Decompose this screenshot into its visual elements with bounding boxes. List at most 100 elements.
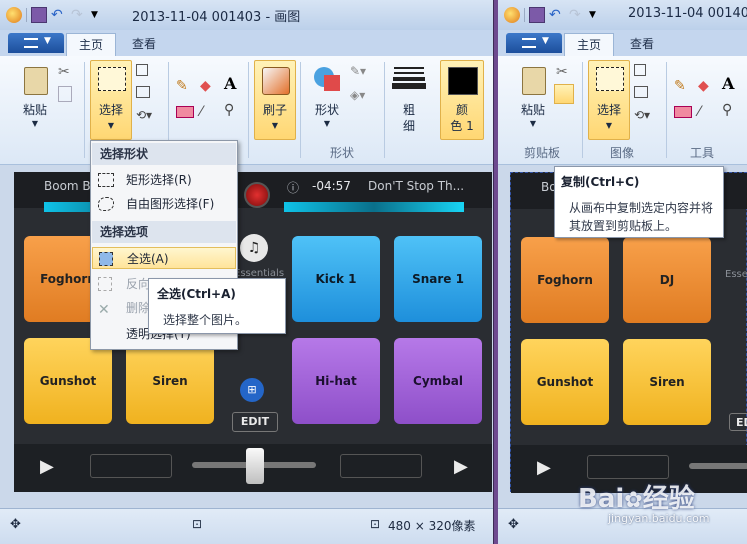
quick-access-toolbar: ↶ ↷ ▼	[504, 6, 599, 24]
image-size: 480 × 320像素	[388, 519, 476, 533]
cue-loop-left[interactable]	[90, 454, 172, 478]
crop-icon[interactable]	[634, 64, 646, 76]
tooltip-description-line2: 其放置到剪贴板上。	[569, 219, 678, 233]
crop-icon[interactable]	[136, 64, 148, 76]
undo-icon[interactable]: ↶	[549, 8, 565, 22]
tab-home[interactable]: 主页	[564, 33, 615, 57]
text-tool-icon[interactable]: A	[722, 74, 740, 93]
copy-icon[interactable]	[58, 86, 72, 102]
play-left-icon[interactable]: ▶	[40, 456, 54, 477]
paint-app-icon[interactable]	[504, 7, 520, 23]
pad-dj[interactable]: DJ	[623, 237, 711, 323]
select-button[interactable]: 选择 ▼	[588, 60, 630, 140]
eraser-icon[interactable]	[176, 106, 194, 118]
pad-label: Gunshot	[536, 375, 594, 389]
pad-snare-1[interactable]: Snare 1	[394, 236, 482, 322]
paste-button[interactable]: 粘贴 ▼	[14, 61, 56, 135]
tools-group-label: 工具	[690, 146, 715, 160]
menu-section-shapes: 选择形状	[92, 143, 236, 165]
outline-icon[interactable]: ✎▾	[350, 64, 368, 82]
image-group-label: 图像	[610, 146, 635, 160]
status-bar: ✥ ⊡ ⊡ 480 × 320像素	[0, 508, 493, 544]
cue-loop-left[interactable]	[587, 455, 669, 479]
fill-bucket-icon[interactable]: ◆	[200, 78, 218, 96]
pad-gunshot[interactable]: Gunshot	[24, 338, 112, 424]
play-left-icon[interactable]: ▶	[537, 457, 551, 478]
cut-icon[interactable]: ✂	[58, 64, 76, 82]
menu-item-rect-select[interactable]: 矩形选择(R)	[92, 169, 236, 191]
copy-icon[interactable]	[554, 84, 574, 104]
pencil-icon[interactable]: ✎	[674, 78, 692, 96]
watermark-brand: Bai	[578, 484, 625, 514]
pad-label: Foghorn	[537, 273, 593, 287]
magnifier-icon[interactable]: ⚲	[224, 102, 242, 120]
crossfader-track[interactable]	[689, 463, 747, 469]
fill-bucket-icon[interactable]: ◆	[698, 78, 716, 96]
eraser-icon[interactable]	[674, 106, 692, 118]
pad-label: Siren	[152, 374, 188, 388]
undo-icon[interactable]: ↶	[51, 8, 67, 22]
chevron-down-icon: ▼	[529, 119, 537, 128]
select-button[interactable]: 选择 ▼	[90, 60, 132, 140]
resize-icon[interactable]	[634, 86, 648, 98]
paint-app-icon[interactable]	[6, 7, 22, 23]
size-button[interactable]: 粗 细	[388, 61, 430, 135]
cut-icon[interactable]: ✂	[556, 64, 574, 82]
rectangle-select-icon	[98, 173, 114, 187]
divider	[524, 8, 525, 22]
redo-icon[interactable]: ↷	[71, 8, 87, 22]
fill-icon[interactable]: ◈▾	[350, 88, 368, 106]
text-tool-icon[interactable]: A	[224, 74, 242, 93]
cue-loop-right[interactable]	[340, 454, 422, 478]
color1-label: 颜	[455, 103, 468, 117]
pad-foghorn[interactable]: Foghorn	[521, 237, 609, 323]
menu-item-label: 自由图形选择(F)	[126, 197, 215, 211]
record-button[interactable]	[244, 182, 270, 208]
resize-icon[interactable]	[136, 86, 150, 98]
customize-dropdown-icon[interactable]: ▼	[589, 8, 599, 22]
color1-button[interactable]: 颜 色 1	[440, 60, 484, 140]
pad-siren[interactable]: Siren	[623, 339, 711, 425]
crossfader-knob[interactable]	[246, 448, 264, 484]
tab-view[interactable]: 查看	[618, 33, 666, 56]
tab-view[interactable]: 查看	[120, 33, 168, 56]
tooltip-copy: 复制(Ctrl+C) 从画布中复制选定内容并将 其放置到剪贴板上。	[554, 166, 724, 238]
menu-item-free-select[interactable]: 自由图形选择(F)	[92, 193, 236, 215]
shapes-button[interactable]: 形状 ▼	[306, 61, 348, 135]
file-menu-button[interactable]: ▼	[8, 33, 64, 53]
color-picker-icon[interactable]: ⁄	[698, 104, 716, 122]
pad-hi-hat[interactable]: Hi-hat	[292, 338, 380, 424]
edit-button[interactable]: EDIT	[232, 412, 278, 432]
pad-label: Foghorn	[40, 272, 96, 286]
watermark-logo: Bai✿经验	[578, 478, 695, 515]
color-picker-icon[interactable]: ⁄	[200, 104, 218, 122]
pad-kick-1[interactable]: Kick 1	[292, 236, 380, 322]
line-width-icon	[394, 67, 424, 69]
save-icon[interactable]	[529, 7, 545, 23]
pad-cymbal[interactable]: Cymbal	[394, 338, 482, 424]
grid-icon[interactable]: ⊞	[240, 378, 264, 402]
shapes-group-label: 形状	[330, 146, 355, 160]
customize-dropdown-icon[interactable]: ▼	[91, 8, 101, 22]
redo-icon[interactable]: ↷	[569, 8, 585, 22]
play-right-icon[interactable]: ▶	[454, 456, 468, 477]
brush-button[interactable]: 刷子 ▼	[254, 60, 296, 140]
pad-siren[interactable]: Siren	[126, 338, 214, 424]
magnifier-icon[interactable]: ⚲	[722, 102, 740, 120]
info-icon[interactable]: ⓘ	[287, 179, 299, 196]
pad-label: Cymbal	[413, 374, 463, 388]
rotate-icon[interactable]: ⟲▾	[634, 108, 652, 126]
file-menu-button[interactable]: ▼	[506, 33, 562, 53]
rotate-icon[interactable]: ⟲▾	[136, 108, 154, 126]
paste-button[interactable]: 粘贴 ▼	[512, 61, 554, 135]
tooltip-description-line1: 从画布中复制选定内容并将	[569, 201, 714, 215]
menu-item-select-all[interactable]: 全选(A)	[92, 247, 236, 269]
tab-home[interactable]: 主页	[66, 33, 117, 57]
select-label: 选择	[596, 103, 621, 117]
pad-gunshot[interactable]: Gunshot	[521, 339, 609, 425]
pencil-icon[interactable]: ✎	[176, 78, 194, 96]
clipboard-group-label: 剪贴板	[524, 146, 561, 160]
music-note-icon[interactable]: ♫	[240, 234, 268, 262]
edit-button[interactable]: ED	[729, 413, 747, 431]
save-icon[interactable]	[31, 7, 47, 23]
